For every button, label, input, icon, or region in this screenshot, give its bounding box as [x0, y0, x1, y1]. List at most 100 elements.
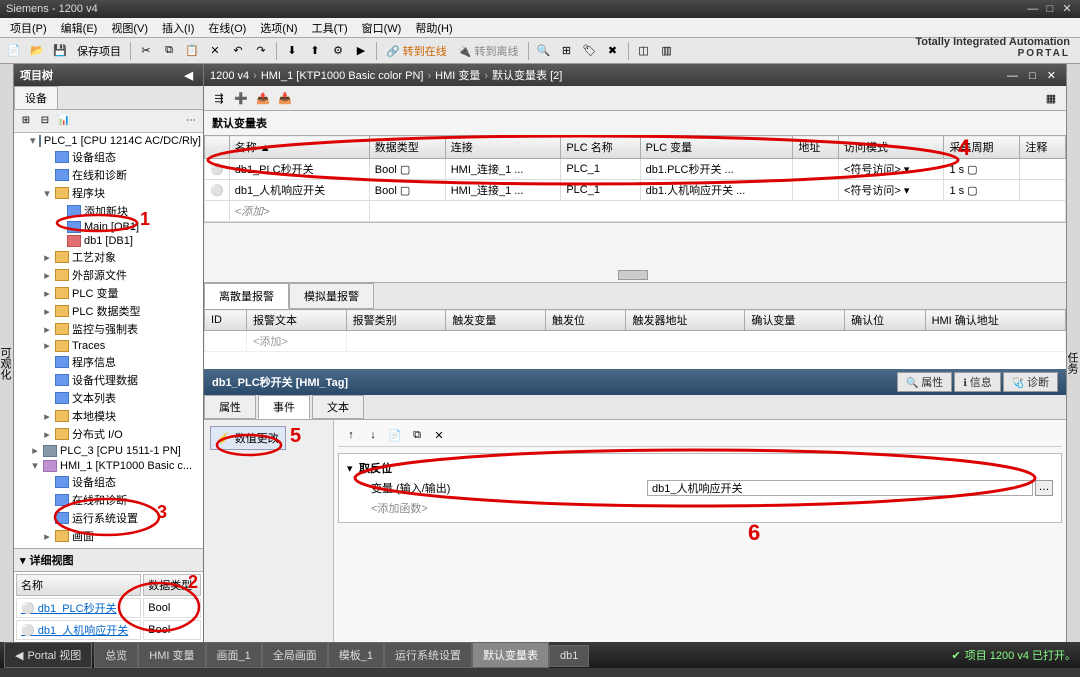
alarm-add-row[interactable]: <添加> [246, 331, 346, 352]
save-icon[interactable]: 💾 [50, 41, 70, 61]
tree-item[interactable]: ▸Traces [14, 338, 203, 353]
tree-item[interactable]: 设备组态 [14, 148, 203, 166]
cross-ref-icon[interactable]: ⊞ [557, 41, 577, 61]
detail-view-header[interactable]: ▾详细视图 [14, 548, 203, 572]
tree-collapse-icon[interactable]: ⊟ [37, 113, 53, 129]
collapse-icon[interactable]: ◀ [181, 70, 197, 82]
search-icon[interactable]: 🔍 [534, 41, 554, 61]
maximize-button[interactable]: □ [1043, 0, 1057, 18]
alarm-col[interactable]: 确认位 [845, 310, 925, 331]
tree-expand-icon[interactable]: ⊞ [18, 113, 34, 129]
left-rail[interactable]: 可观化 [0, 64, 14, 642]
table-row[interactable]: ⚪db1_PLC秒开关Bool ▢HMI_连接_1 ...PLC_1db1.PL… [205, 159, 1066, 180]
ev-copy-icon[interactable]: ⧉ [408, 426, 426, 444]
grid-col[interactable]: PLC 名称 [561, 136, 640, 159]
prop-tab-text[interactable]: 文本 [312, 395, 364, 419]
cut-icon[interactable]: ✂ [136, 41, 156, 61]
event-param-input[interactable] [647, 480, 1033, 496]
btn-info[interactable]: ℹ 信息 [954, 372, 1001, 392]
tree-item[interactable]: 设备组态 [14, 473, 203, 491]
sim-icon[interactable]: ▶ [351, 41, 371, 61]
ev-up-icon[interactable]: ↑ [342, 426, 360, 444]
menu-item[interactable]: 工具(T) [306, 18, 354, 38]
tab-analog-alarms[interactable]: 模拟量报警 [289, 283, 374, 309]
et-filter-icon[interactable]: ⇶ [210, 89, 228, 107]
menu-item[interactable]: 视图(V) [105, 18, 154, 38]
prop-tab-properties[interactable]: 属性 [204, 395, 256, 419]
undo-icon[interactable]: ↶ [228, 41, 248, 61]
grid-col[interactable]: 采集周期 [944, 136, 1020, 159]
tab-device[interactable]: 设备 [14, 86, 58, 109]
close-button[interactable]: ✕ [1060, 0, 1074, 18]
max-panel-icon[interactable]: □ [1025, 70, 1040, 82]
menu-item[interactable]: 插入(I) [156, 18, 200, 38]
tree-item[interactable]: ▾程序块 [14, 184, 203, 202]
min-panel-icon[interactable]: — [1003, 70, 1022, 82]
tree-item[interactable]: ▸画面 [14, 527, 203, 545]
tree-opts-icon[interactable]: ⋯ [183, 113, 199, 129]
grid-col[interactable]: 访问模式 [838, 136, 944, 159]
alarm-col[interactable]: 触发变量 [446, 310, 546, 331]
detail-col-type[interactable]: 数据类型 [143, 574, 201, 596]
taskbar-tab[interactable]: 画面_1 [206, 642, 262, 668]
event-param-picker[interactable]: … [1035, 480, 1053, 496]
tree-item[interactable]: 文本列表 [14, 389, 203, 407]
minimize-button[interactable]: — [1026, 0, 1040, 18]
redo-icon[interactable]: ↷ [251, 41, 271, 61]
grid-col[interactable]: 名称 ▲ [229, 136, 369, 159]
detail-col-name[interactable]: 名称 [16, 574, 141, 596]
btn-diagnostics[interactable]: 🩺 诊断 [1003, 372, 1058, 392]
tree-item[interactable]: ▸外部源文件 [14, 266, 203, 284]
window-icon[interactable]: ◫ [634, 41, 654, 61]
tree-item[interactable]: ▸PLC 变量 [14, 284, 203, 302]
menu-item[interactable]: 窗口(W) [356, 18, 408, 38]
right-rail[interactable]: 任务 [1066, 64, 1080, 642]
split-icon[interactable]: ▥ [657, 41, 677, 61]
tree-item[interactable]: 在线和诊断 [14, 166, 203, 184]
grid-col[interactable]: PLC 变量 [640, 136, 793, 159]
menu-item[interactable]: 选项(N) [254, 18, 303, 38]
detail-row-name[interactable]: ⚪ db1_PLC秒开关 [16, 598, 141, 618]
alarm-col[interactable]: ID [205, 310, 247, 331]
tree-item[interactable]: ▸PLC 数据类型 [14, 302, 203, 320]
et-export-icon[interactable]: 📤 [254, 89, 272, 107]
grid-col[interactable]: 数据类型 [369, 136, 445, 159]
tree-item[interactable]: 添加新块 [14, 202, 203, 220]
tree-filter-icon[interactable]: 📊 [56, 113, 72, 129]
taskbar-tab[interactable]: db1 [549, 645, 589, 667]
menu-item[interactable]: 编辑(E) [55, 18, 104, 38]
event-category-value-change[interactable]: ⚡ 数值更改 [210, 426, 286, 450]
ev-down-icon[interactable]: ↓ [364, 426, 382, 444]
tree-item[interactable]: db1 [DB1] [14, 234, 203, 248]
go-online-button[interactable]: 🔗 转到在线 [382, 43, 451, 59]
tree-item[interactable]: ▸工艺对象 [14, 248, 203, 266]
taskbar-tab[interactable]: 模板_1 [328, 642, 384, 668]
taskbar-tab[interactable]: 默认变量表 [472, 642, 549, 668]
ev-del-icon[interactable]: ✕ [430, 426, 448, 444]
new-icon[interactable]: 📄 [4, 41, 24, 61]
tree-item[interactable]: Main [OB1] [14, 220, 203, 234]
tab-discrete-alarms[interactable]: 离散量报警 [204, 283, 289, 309]
tree-item[interactable]: 运行系统设置 [14, 509, 203, 527]
taskbar-tab[interactable]: 运行系统设置 [384, 642, 472, 668]
tree-item[interactable]: ▸PLC_3 [CPU 1511-1 PN] [14, 443, 203, 458]
alarm-col[interactable]: 确认变量 [745, 310, 845, 331]
tree-item[interactable]: ▾HMI_1 [KTP1000 Basic c... [14, 458, 203, 473]
open-icon[interactable]: 📂 [27, 41, 47, 61]
paste-icon[interactable]: 📋 [182, 41, 202, 61]
alarm-col[interactable]: HMI 确认地址 [925, 310, 1065, 331]
taskbar-tab[interactable]: HMI 变量 [138, 642, 205, 668]
taskbar-tab[interactable]: 总览 [94, 642, 138, 668]
et-layout-icon[interactable]: ▦ [1042, 89, 1060, 107]
prop-tab-events[interactable]: 事件 [258, 395, 310, 419]
compile-icon[interactable]: ⚙ [328, 41, 348, 61]
et-plus-icon[interactable]: ➕ [232, 89, 250, 107]
menu-item[interactable]: 帮助(H) [409, 18, 458, 38]
tree-item[interactable]: 程序信息 [14, 353, 203, 371]
table-row[interactable]: ⚪db1_人机响应开关Bool ▢HMI_连接_1 ...PLC_1db1.人机… [205, 180, 1066, 201]
btn-properties[interactable]: 🔍 属性 [897, 372, 952, 392]
tag-icon[interactable]: 🏷 [580, 41, 600, 61]
event-add-func[interactable]: <添加函数> [347, 500, 428, 516]
close-panel-icon[interactable]: ✕ [1043, 70, 1060, 82]
tree-item[interactable]: 设备代理数据 [14, 371, 203, 389]
